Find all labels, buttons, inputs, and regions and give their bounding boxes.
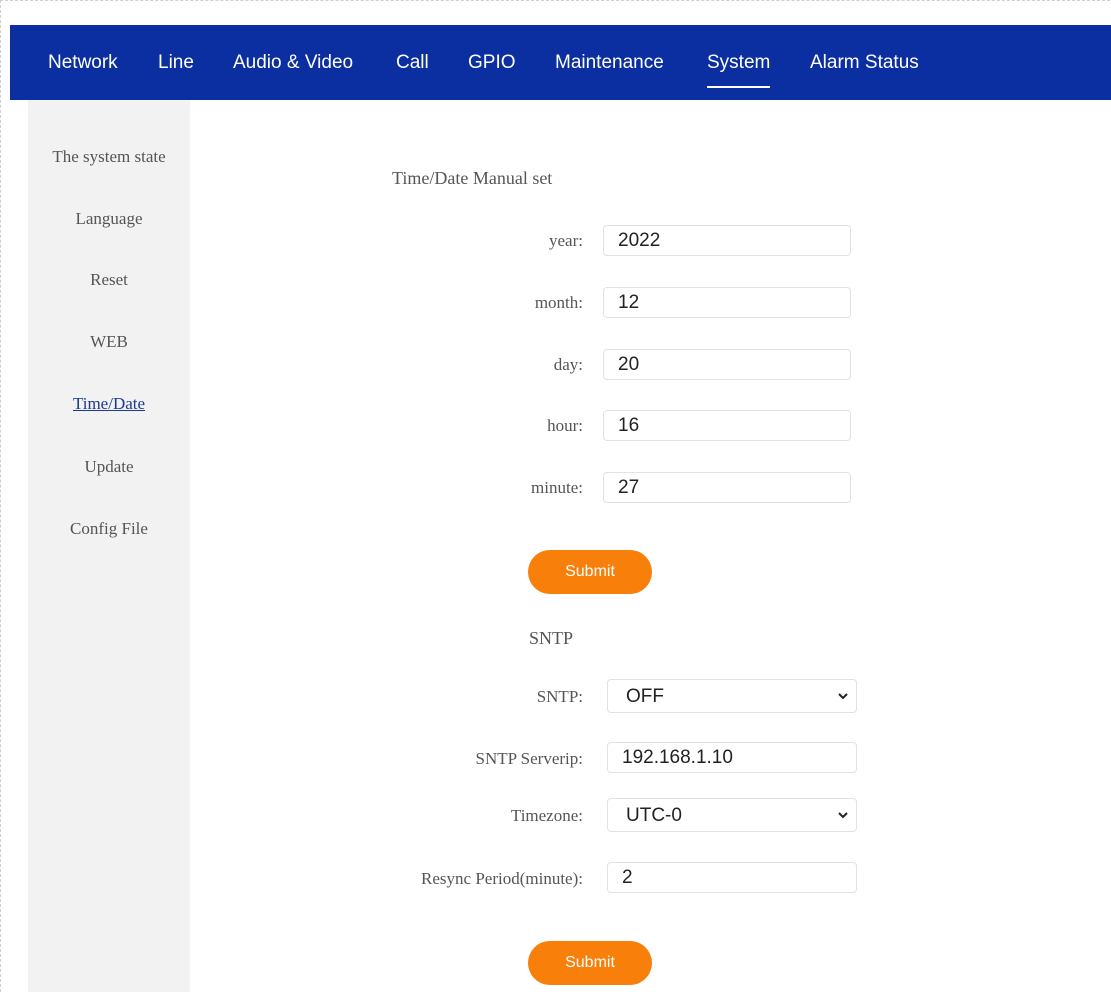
nav-gpio[interactable]: GPIO xyxy=(468,25,516,100)
top-navigation: Network Line Audio & Video Call GPIO Mai… xyxy=(10,25,1111,100)
chevron-down-icon xyxy=(838,812,848,819)
nav-alarm-status[interactable]: Alarm Status xyxy=(810,25,919,100)
sidebar: The system state Language Reset WEB Time… xyxy=(28,100,190,992)
sidebar-item-system-state[interactable]: The system state xyxy=(28,147,190,167)
month-input[interactable] xyxy=(603,287,851,318)
hour-input[interactable] xyxy=(603,410,851,441)
minute-input[interactable] xyxy=(603,472,851,503)
minute-label: minute: xyxy=(531,478,583,497)
resync-period-label: Resync Period(minute): xyxy=(421,869,583,888)
timezone-value: UTC-0 xyxy=(626,805,682,826)
resync-period-input[interactable] xyxy=(607,862,857,893)
nav-system[interactable]: System xyxy=(707,25,771,100)
sntp-enable-label: SNTP: xyxy=(536,687,583,706)
chevron-down-icon xyxy=(838,693,848,700)
sidebar-item-config-file[interactable]: Config File xyxy=(28,519,190,539)
timezone-label: Timezone: xyxy=(510,806,583,825)
nav-network[interactable]: Network xyxy=(48,25,118,100)
sntp-section-title: SNTP xyxy=(529,628,574,648)
day-label: day: xyxy=(553,355,583,374)
nav-call[interactable]: Call xyxy=(396,25,429,100)
year-input[interactable] xyxy=(603,225,851,256)
nav-line[interactable]: Line xyxy=(158,25,194,100)
sntp-submit-button[interactable]: Submit xyxy=(528,941,652,985)
year-label: year: xyxy=(549,231,583,250)
sntp-enable-select[interactable]: OFF xyxy=(607,679,857,713)
timezone-select[interactable]: UTC-0 xyxy=(607,798,857,832)
hour-label: hour: xyxy=(547,416,583,435)
sidebar-item-update[interactable]: Update xyxy=(28,457,190,477)
day-input[interactable] xyxy=(603,349,851,380)
sidebar-item-reset[interactable]: Reset xyxy=(28,270,190,290)
sntp-server-input[interactable] xyxy=(607,742,857,773)
month-label: month: xyxy=(534,293,583,312)
sntp-server-label: SNTP Serverip: xyxy=(475,749,583,768)
nav-audio-video[interactable]: Audio & Video xyxy=(233,25,353,100)
sntp-enable-value: OFF xyxy=(626,686,664,707)
manual-section-title: Time/Date Manual set xyxy=(392,168,553,188)
sidebar-item-language[interactable]: Language xyxy=(28,209,190,229)
sidebar-item-web[interactable]: WEB xyxy=(28,332,190,352)
sidebar-item-time-date[interactable]: Time/Date xyxy=(28,394,190,414)
manual-submit-button[interactable]: Submit xyxy=(528,550,652,594)
nav-maintenance[interactable]: Maintenance xyxy=(555,25,664,100)
